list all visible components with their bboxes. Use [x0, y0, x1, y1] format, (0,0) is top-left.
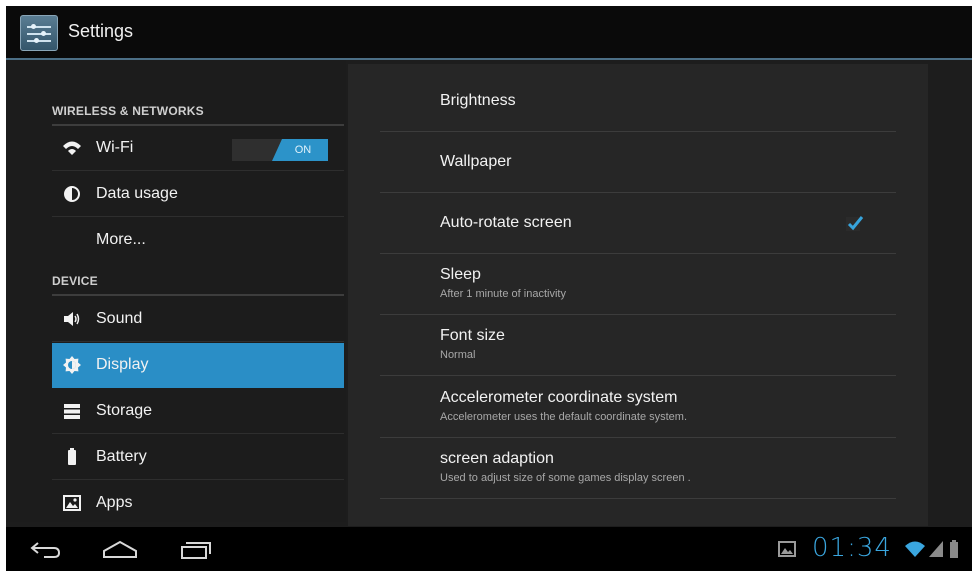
pref-title: Sleep: [440, 266, 481, 283]
sidebar-item-display[interactable]: Display: [52, 343, 344, 388]
settings-sidebar: WIRELESS & NETWORKS Wi-Fi ON Data usage …: [6, 60, 346, 522]
status-area[interactable]: 01:34: [752, 527, 972, 571]
pref-title: Brightness: [440, 92, 516, 109]
pref-title: Wallpaper: [440, 153, 512, 170]
storage-icon: [62, 401, 82, 421]
gallery-notification-icon[interactable]: [778, 541, 796, 557]
pref-summary: Normal: [440, 349, 476, 361]
pref-summary: Accelerometer uses the default coordinat…: [440, 411, 688, 423]
action-bar: Settings: [6, 6, 972, 60]
sidebar-item-wifi[interactable]: Wi-Fi ON: [52, 126, 344, 171]
wifi-toggle[interactable]: ON: [232, 139, 328, 161]
settings-screen: Settings WIRELESS & NETWORKS Wi-Fi ON Da…: [6, 6, 972, 571]
pref-summary: After 1 minute of inactivity: [440, 288, 566, 300]
home-icon[interactable]: [100, 535, 140, 563]
pref-summary: Used to adjust size of some games displa…: [440, 472, 691, 484]
sidebar-item-label: Storage: [96, 402, 153, 419]
wifi-signal-icon: [904, 540, 926, 558]
sidebar-item-apps[interactable]: Apps: [52, 481, 344, 526]
pref-title: Accelerometer coordinate system: [440, 389, 678, 406]
data-usage-icon: [62, 184, 82, 204]
sidebar-item-label: More...: [96, 231, 146, 248]
sidebar-item-data-usage[interactable]: Data usage: [52, 172, 344, 217]
apps-icon: [62, 493, 82, 513]
wifi-icon: [62, 138, 82, 158]
battery-icon: [62, 447, 82, 467]
sidebar-item-sound[interactable]: Sound: [52, 297, 344, 342]
brightness-icon: [62, 355, 82, 375]
speaker-icon: [62, 309, 82, 329]
section-divider: [52, 294, 344, 296]
section-header-wireless: WIRELESS & NETWORKS: [52, 104, 204, 118]
section-header-device: DEVICE: [52, 274, 98, 288]
pref-sleep[interactable]: Sleep After 1 minute of inactivity: [380, 254, 896, 315]
pref-brightness[interactable]: Brightness: [380, 71, 896, 132]
settings-icon[interactable]: [20, 15, 58, 51]
sidebar-item-label: Wi-Fi: [96, 139, 134, 156]
pref-accelerometer[interactable]: Accelerometer coordinate system Accelero…: [380, 377, 896, 438]
sidebar-item-battery[interactable]: Battery: [52, 435, 344, 480]
pref-auto-rotate[interactable]: Auto-rotate screen: [380, 193, 896, 254]
sidebar-item-label: Apps: [96, 494, 133, 511]
sidebar-item-label: Data usage: [96, 185, 178, 202]
pref-title: screen adaption: [440, 450, 554, 467]
recent-apps-icon[interactable]: [176, 535, 216, 563]
sidebar-item-storage[interactable]: Storage: [52, 389, 344, 434]
sidebar-item-more[interactable]: More...: [52, 218, 344, 263]
battery-status-icon: [948, 539, 960, 559]
pref-font-size[interactable]: Font size Normal: [380, 315, 896, 376]
sidebar-item-label: Battery: [96, 448, 147, 465]
cell-signal-icon: [928, 540, 944, 558]
pref-title: Auto-rotate screen: [440, 214, 572, 231]
sidebar-item-label: Display: [96, 356, 149, 373]
wifi-toggle-state: ON: [272, 139, 328, 161]
display-settings-panel: Brightness Wallpaper Auto-rotate screen …: [348, 64, 928, 526]
clock: 01:34: [812, 533, 892, 563]
system-navigation-bar: 01:34: [6, 527, 972, 571]
auto-rotate-checkbox[interactable]: [844, 213, 864, 233]
app-title: Settings: [68, 21, 134, 41]
sidebar-item-label: Sound: [96, 310, 143, 327]
pref-screen-adaption[interactable]: screen adaption Used to adjust size of s…: [380, 438, 896, 499]
pref-title: Font size: [440, 327, 505, 344]
back-icon[interactable]: [26, 535, 66, 563]
pref-wallpaper[interactable]: Wallpaper: [380, 132, 896, 193]
